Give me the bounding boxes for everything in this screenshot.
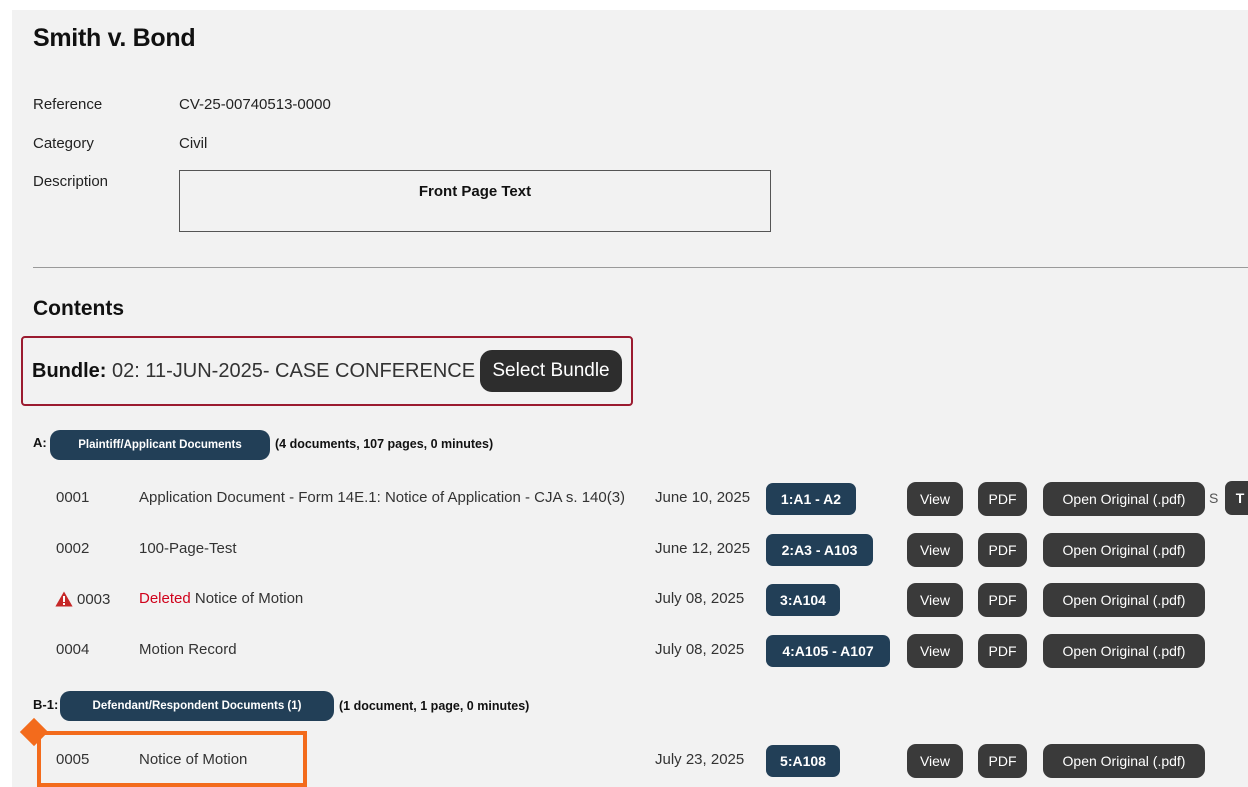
bundle-label: Bundle: xyxy=(32,360,107,382)
document-title: 100-Page-Test xyxy=(139,540,237,557)
document-date: June 12, 2025 xyxy=(655,540,751,557)
document-date: July 23, 2025 xyxy=(655,751,745,768)
divider xyxy=(33,267,1248,268)
t-button[interactable]: T xyxy=(1225,481,1248,515)
view-button[interactable]: View xyxy=(907,634,963,668)
open-original-button[interactable]: Open Original (.pdf) xyxy=(1043,533,1205,567)
bundle-value: 02: 11-JUN-2025- CASE CONFERENCE xyxy=(112,360,476,382)
description-box: Front Page Text xyxy=(179,170,771,232)
document-title: Deleted Notice of Motion xyxy=(139,590,303,607)
document-title: Motion Record xyxy=(139,641,237,658)
pdf-button[interactable]: PDF xyxy=(978,744,1027,778)
reference-label: Reference xyxy=(33,96,103,113)
page-range-pill[interactable]: 4:A105 - A107 xyxy=(766,635,890,667)
description-text: Front Page Text xyxy=(418,183,532,200)
open-original-button[interactable]: Open Original (.pdf) xyxy=(1043,634,1205,668)
open-original-button[interactable]: Open Original (.pdf) xyxy=(1043,482,1205,516)
bundle-selector: Bundle: 02: 11-JUN-2025- CASE CONFERENCE… xyxy=(21,336,633,406)
document-number: 0001 xyxy=(56,489,90,506)
warning-triangle-icon xyxy=(55,591,73,607)
description-label: Description xyxy=(33,173,109,190)
pdf-button[interactable]: PDF xyxy=(978,634,1027,668)
document-date: June 10, 2025 xyxy=(655,489,751,506)
document-number: 0004 xyxy=(56,641,90,658)
page-range-pill[interactable]: 5:A108 xyxy=(766,745,840,777)
view-button[interactable]: View xyxy=(907,744,963,778)
category-label: Category xyxy=(33,135,94,152)
section-pill-plaintiff[interactable]: Plaintiff/Applicant Documents xyxy=(50,430,270,460)
document-date: July 08, 2025 xyxy=(655,641,745,658)
pdf-button[interactable]: PDF xyxy=(978,533,1027,567)
view-button[interactable]: View xyxy=(907,533,963,567)
pdf-button[interactable]: PDF xyxy=(978,583,1027,617)
select-bundle-button[interactable]: Select Bundle xyxy=(480,350,622,392)
category-value: Civil xyxy=(179,135,208,152)
open-original-button[interactable]: Open Original (.pdf) xyxy=(1043,744,1205,778)
contents-heading: Contents xyxy=(33,297,124,320)
section-prefix: A: xyxy=(33,435,47,450)
page-range-pill[interactable]: 1:A1 - A2 xyxy=(766,483,856,515)
document-number: 0002 xyxy=(56,540,90,557)
page-title: Smith v. Bond xyxy=(33,24,196,52)
page-range-pill[interactable]: 2:A3 - A103 xyxy=(766,534,873,566)
open-original-button[interactable]: Open Original (.pdf) xyxy=(1043,583,1205,617)
view-button[interactable]: View xyxy=(907,482,963,516)
page-range-pill[interactable]: 3:A104 xyxy=(766,584,840,616)
section-summary: (4 documents, 107 pages, 0 minutes) xyxy=(275,437,494,451)
document-date: July 08, 2025 xyxy=(655,590,745,607)
section-summary: (1 document, 1 page, 0 minutes) xyxy=(339,699,530,713)
reference-value: CV-25-00740513-0000 xyxy=(179,96,331,113)
document-title-text: Notice of Motion xyxy=(194,590,304,607)
document-title: Application Document - Form 14E.1: Notic… xyxy=(139,489,626,506)
bundle-text: Bundle: 02: 11-JUN-2025- CASE CONFERENCE xyxy=(32,360,475,383)
deleted-label: Deleted xyxy=(139,590,191,607)
case-panel: Smith v. Bond Reference CV-25-00740513-0… xyxy=(12,10,1248,787)
view-button[interactable]: View xyxy=(907,583,963,617)
section-pill-defendant[interactable]: Defendant/Respondent Documents (1) xyxy=(60,691,334,721)
status-letter: S xyxy=(1209,490,1219,506)
pdf-button[interactable]: PDF xyxy=(978,482,1027,516)
section-prefix: B-1: xyxy=(33,697,59,712)
document-number: 0003 xyxy=(77,591,111,608)
highlight-box xyxy=(37,731,307,787)
